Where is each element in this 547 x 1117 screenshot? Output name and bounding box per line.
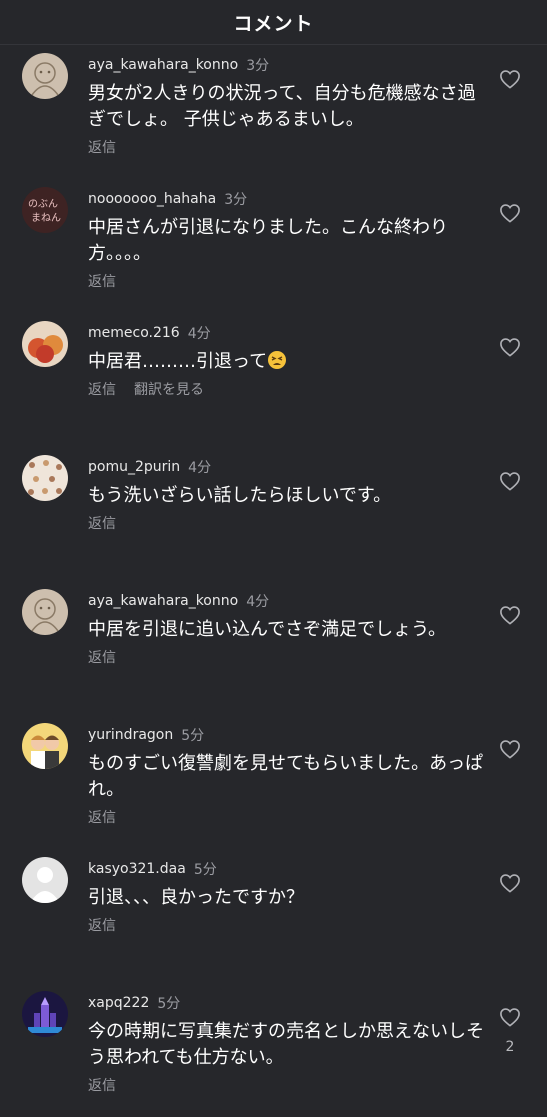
username[interactable]: nooooooo_hahaha [88, 191, 216, 207]
timestamp: 3分 [246, 58, 270, 74]
like-button[interactable] [499, 69, 521, 89]
svg-text:のぶん: のぶん [28, 198, 58, 210]
avatar[interactable] [22, 857, 68, 903]
heart-icon [500, 606, 520, 625]
comment-text: 中居君………引退って [88, 349, 487, 375]
reply-button[interactable]: 返信 [88, 915, 116, 935]
reply-button[interactable]: 返信 [88, 1075, 116, 1095]
reply-button[interactable]: 返信 [88, 647, 116, 667]
like-button[interactable] [499, 605, 521, 625]
reply-button[interactable]: 返信 [88, 137, 116, 157]
heart-icon [500, 1008, 520, 1027]
heart-icon [500, 472, 520, 491]
like-button[interactable] [499, 873, 521, 893]
comment-item: xapq222 5分 今の時期に写真集だすの売名としか思えないしそう思われても仕… [0, 983, 547, 1117]
timestamp: 5分 [193, 862, 217, 878]
header: コメント [0, 0, 547, 45]
username[interactable]: yurindragon [88, 727, 173, 743]
username[interactable]: aya_kawahara_konno [88, 57, 238, 73]
username[interactable]: memeco.216 [88, 325, 180, 341]
avatar[interactable]: のぶん まねん [22, 187, 68, 233]
username[interactable]: pomu_2purin [88, 459, 180, 475]
comment-item: yurindragon 5分 ものすごい復讐劇を見せてもらいました。あっぱれ。 … [0, 715, 547, 849]
avatar[interactable] [22, 455, 68, 501]
comment-item: aya_kawahara_konno 4分 中居を引退に追い込んでさぞ満足でしょ… [0, 581, 547, 715]
like-button[interactable] [499, 739, 521, 759]
timestamp: 5分 [157, 996, 181, 1012]
comment-item: memeco.216 4分 中居君………引退って 返信 翻訳を見る [0, 313, 547, 447]
timestamp: 5分 [181, 728, 205, 744]
comment-text: 今の時期に写真集だすの売名としか思えないしそう思われても仕方ない。 [88, 1021, 484, 1068]
comment-item: kasyo321.daa 5分 引退、、、良かったですか？ 返信 [0, 849, 547, 983]
tired-face-emoji [268, 351, 287, 369]
like-button[interactable] [499, 203, 521, 223]
username[interactable]: aya_kawahara_konno [88, 593, 238, 609]
comment-text: 引退、、、良かったですか？ [88, 887, 304, 908]
avatar[interactable] [22, 723, 68, 769]
timestamp: 4分 [188, 460, 212, 476]
avatar[interactable] [22, 991, 68, 1037]
comment-text-content: 中居君………引退って [88, 351, 268, 372]
username[interactable]: xapq222 [88, 995, 149, 1011]
comment-text: 男女が2人きりの状況って、自分も危機感なさ過ぎでしょ。 子供じゃあるまいし。 [88, 83, 476, 130]
comment-item: のぶん まねん nooooooo_hahaha 3分 中居さんが引退になりました… [0, 179, 547, 313]
page-title: コメント [233, 12, 314, 35]
reply-button[interactable]: 返信 [88, 807, 116, 827]
like-count: 2 [505, 1039, 515, 1055]
like-button[interactable] [499, 471, 521, 491]
reply-button[interactable]: 返信 [88, 379, 116, 399]
timestamp: 3分 [224, 192, 248, 208]
comment-text: 中居さんが引退になりました。こんな終わり方。。。。 [88, 217, 448, 264]
like-button[interactable]: 2 [499, 1007, 521, 1055]
avatar[interactable] [22, 321, 68, 367]
translate-button[interactable]: 翻訳を見る [134, 379, 204, 399]
comment-item: pomu_2purin 4分 もう洗いざらい話したらほしいです。 返信 [0, 447, 547, 581]
reply-button[interactable]: 返信 [88, 513, 116, 533]
heart-icon [500, 338, 520, 357]
reply-button[interactable]: 返信 [88, 271, 116, 291]
timestamp: 4分 [246, 594, 270, 610]
comment-text: 中居を引退に追い込んでさぞ満足でしょう。 [88, 619, 447, 640]
username[interactable]: kasyo321.daa [88, 861, 186, 877]
avatar[interactable] [22, 589, 68, 635]
heart-icon [500, 740, 520, 759]
timestamp: 4分 [187, 326, 211, 342]
heart-icon [500, 874, 520, 893]
comment-text: ものすごい復讐劇を見せてもらいました。あっぱれ。 [88, 753, 484, 800]
comment-item: aya_kawahara_konno 3分 男女が2人きりの状況って、自分も危機… [0, 45, 547, 179]
heart-icon [500, 70, 520, 89]
heart-icon [500, 204, 520, 223]
svg-text:まねん: まねん [31, 212, 61, 224]
comment-list[interactable]: aya_kawahara_konno 3分 男女が2人きりの状況って、自分も危機… [0, 45, 547, 1117]
like-button[interactable] [499, 337, 521, 357]
comment-text: もう洗いざらい話したらほしいです。 [88, 485, 392, 506]
avatar[interactable] [22, 53, 68, 99]
